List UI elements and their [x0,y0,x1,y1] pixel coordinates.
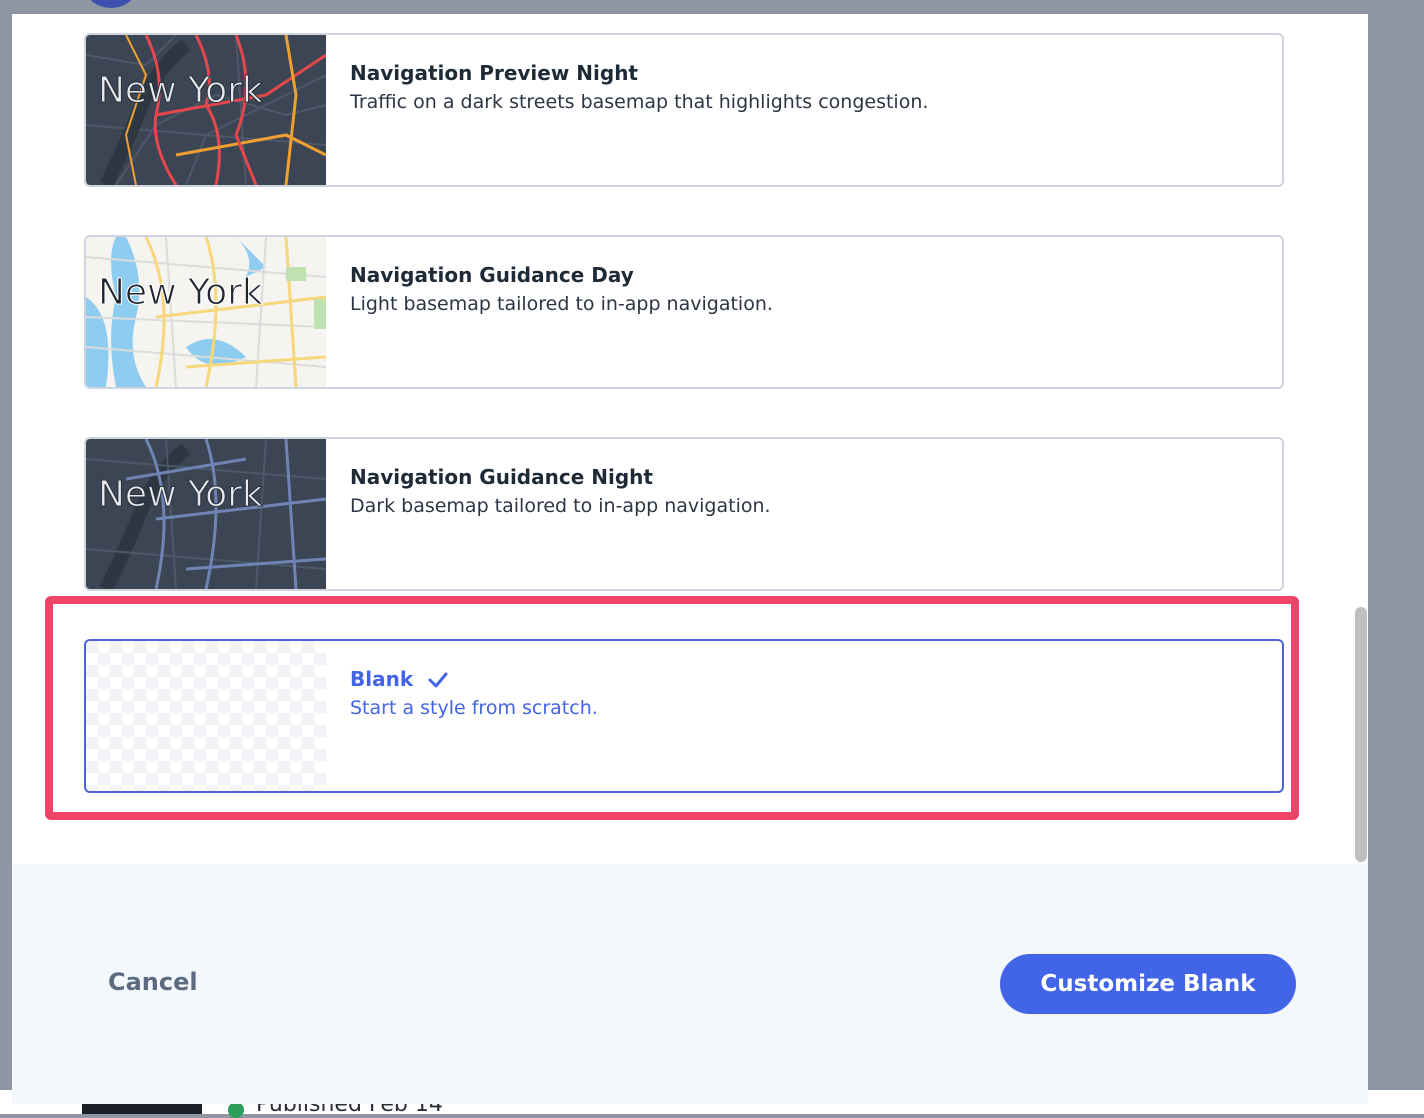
style-description: Traffic on a dark streets basemap that h… [350,91,929,113]
thumbnail-city-label: New York [98,70,263,111]
style-title: Navigation Guidance Day [350,263,634,287]
thumbnail-city-label: New York [98,272,263,313]
style-title: Navigation Guidance Night [350,465,653,489]
style-card-navigation-preview-night[interactable]: New York Navigation Preview Night Traffi… [84,33,1284,187]
selection-highlight-box [45,596,1299,820]
scrollbar-thumb[interactable] [1355,607,1367,862]
style-title: Navigation Preview Night [350,61,638,85]
published-status-dot [228,1102,244,1118]
style-thumbnail-map: New York [86,35,326,185]
style-description: Dark basemap tailored to in-app navigati… [350,495,771,517]
cancel-button[interactable]: Cancel [108,968,198,996]
style-thumbnail-map: New York [86,439,326,589]
background-avatar [86,0,136,8]
style-list: New York Navigation Preview Night Traffi… [12,14,1368,864]
style-card-navigation-guidance-day[interactable]: New York Navigation Guidance Day Light b… [84,235,1284,389]
style-thumbnail-map: New York [86,237,326,387]
customize-blank-button[interactable]: Customize Blank [1000,954,1296,1014]
modal-footer: Cancel Customize Blank [12,864,1368,1104]
thumbnail-city-label: New York [98,474,263,515]
style-description: Light basemap tailored to in-app navigat… [350,293,773,315]
style-card-navigation-guidance-night[interactable]: New York Navigation Guidance Night Dark … [84,437,1284,591]
new-style-modal: New York Navigation Preview Night Traffi… [12,14,1368,1104]
